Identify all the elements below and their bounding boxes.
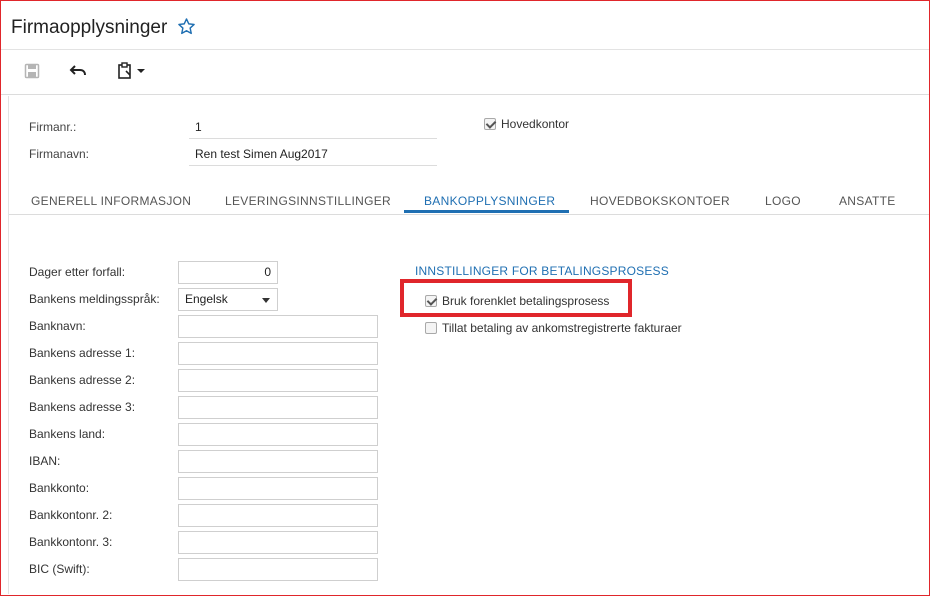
field-label: Bankens adresse 2: <box>29 373 136 387</box>
form-content: Firmanr.: 1 Firmanavn: Ren test Simen Au… <box>8 96 929 594</box>
bank-address-3-input[interactable] <box>178 396 378 419</box>
field-label: Banknavn: <box>29 319 86 333</box>
bic-swift-input[interactable] <box>178 558 378 581</box>
star-outline-icon[interactable] <box>177 17 196 39</box>
tab-employees[interactable]: ANSATTE <box>839 194 896 208</box>
company-no-underline <box>189 138 437 139</box>
company-name-underline <box>189 165 437 166</box>
message-language-select[interactable]: Engelsk <box>178 288 278 311</box>
field-label: Bankens meldingsspråk: <box>29 292 160 306</box>
clipboard-icon[interactable] <box>114 60 136 82</box>
allow-arrival-invoices-label: Tillat betaling av ankomstregistrerte fa… <box>442 321 682 335</box>
undo-icon[interactable] <box>67 60 89 82</box>
field-label: Bankkontonr. 2: <box>29 508 113 522</box>
field-label: BIC (Swift): <box>29 562 90 576</box>
bank-country-input[interactable] <box>178 423 378 446</box>
tab-delivery-settings[interactable]: LEVERINGSINNSTILLINGER <box>225 194 391 208</box>
head-office-label: Hovedkontor <box>501 117 570 131</box>
bank-address-1-input[interactable] <box>178 342 378 365</box>
field-label: Bankens adresse 1: <box>29 346 136 360</box>
allow-arrival-invoices-checkbox[interactable] <box>425 322 437 334</box>
tab-bank-details[interactable]: BANKOPPLYSNINGER <box>424 194 555 208</box>
chevron-down-icon[interactable] <box>134 60 148 82</box>
active-tab-indicator <box>404 210 569 213</box>
days-after-due-input[interactable]: 0 <box>178 261 278 284</box>
payment-settings-title: INNSTILLINGER FOR BETALINGSPROSESS <box>415 264 669 278</box>
tab-logo[interactable]: LOGO <box>765 194 801 208</box>
field-label: Bankens adresse 3: <box>29 400 136 414</box>
company-no-field[interactable]: 1 <box>195 120 202 134</box>
chevron-down-icon <box>262 298 270 303</box>
bank-name-input[interactable] <box>178 315 378 338</box>
iban-input[interactable] <box>178 450 378 473</box>
tab-general-info[interactable]: GENERELL INFORMASJON <box>31 194 191 208</box>
field-label: IBAN: <box>29 454 61 468</box>
company-name-label: Firmanavn: <box>29 147 90 161</box>
tab-gl-accounts[interactable]: HOVEDBOKSKONTOER <box>590 194 730 208</box>
head-office-checkbox[interactable] <box>484 118 496 130</box>
field-label: Bankkontonr. 3: <box>29 535 113 549</box>
field-label: Bankens land: <box>29 427 106 441</box>
company-no-label: Firmanr.: <box>29 120 77 134</box>
bank-address-2-input[interactable] <box>178 369 378 392</box>
bank-account-2-input[interactable] <box>178 504 378 527</box>
toolbar <box>1 50 929 95</box>
page-title: Firmaopplysninger <box>11 17 168 38</box>
bank-account-input[interactable] <box>178 477 378 500</box>
highlight-box <box>400 279 632 317</box>
title-bar: Firmaopplysninger <box>1 1 929 50</box>
field-label: Bankkonto: <box>29 481 90 495</box>
company-name-field[interactable]: Ren test Simen Aug2017 <box>195 147 328 161</box>
field-label: Dager etter forfall: <box>29 265 126 279</box>
message-language-value: Engelsk <box>185 292 228 306</box>
save-icon[interactable] <box>21 60 43 82</box>
bank-account-3-input[interactable] <box>178 531 378 554</box>
